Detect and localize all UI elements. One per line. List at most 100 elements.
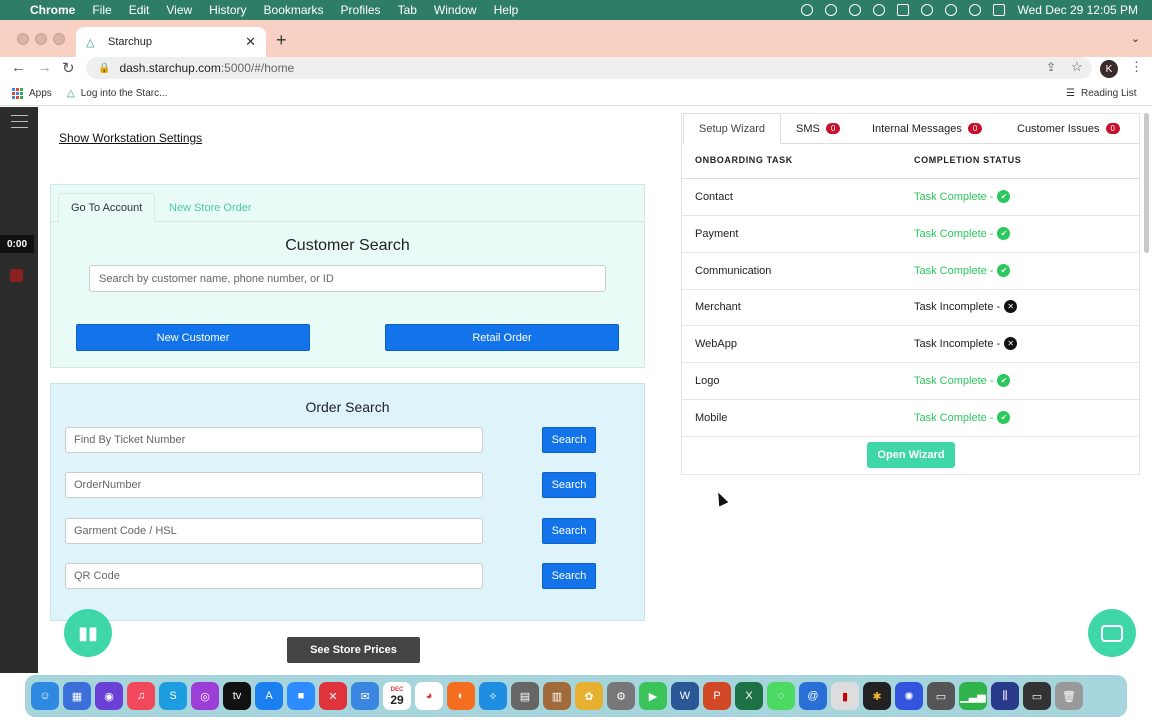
tab-internal-messages[interactable]: Internal Messages 0 [872, 113, 983, 144]
sync-icon[interactable] [825, 4, 838, 16]
calculator-icon[interactable]: ▤ [511, 682, 539, 710]
gear-icon[interactable] [801, 4, 814, 16]
new-tab-icon[interactable]: + [276, 30, 287, 51]
qr-code-input[interactable] [65, 563, 483, 589]
podcasts-icon[interactable]: ◎ [191, 682, 219, 710]
system-preferences-icon[interactable]: ⚙ [607, 682, 635, 710]
menu-file[interactable]: File [92, 3, 111, 17]
notes-app-icon[interactable]: ▥ [543, 682, 571, 710]
search-icon[interactable] [969, 4, 982, 16]
reading-list[interactable]: ☰ Reading List [1066, 88, 1137, 99]
siri-icon[interactable]: ◉ [95, 682, 123, 710]
task-status: Task Incomplete - ✕ [914, 300, 1018, 313]
tab-go-to-account[interactable]: Go To Account [58, 193, 156, 222]
tab-customer-issues[interactable]: Customer Issues 0 [1017, 113, 1120, 144]
trash-icon[interactable]: 🗑 [1055, 682, 1083, 710]
firefox-icon[interactable]: ◐ [447, 682, 475, 710]
numbers-icon[interactable]: ▁▃▅ [959, 682, 987, 710]
ppt-viewer-icon[interactable]: ▮ [831, 682, 859, 710]
window-zoom-icon[interactable] [53, 33, 65, 45]
bluetooth-icon[interactable] [873, 4, 886, 16]
menu-window[interactable]: Window [434, 3, 477, 17]
back-arrow-icon[interactable]: ← [11, 59, 26, 76]
profile-avatar[interactable]: K [1100, 60, 1118, 78]
settings-cog-icon[interactable]: ✺ [895, 682, 923, 710]
excel-icon[interactable]: X [735, 682, 763, 710]
see-store-prices-button[interactable]: See Store Prices [287, 637, 420, 663]
timer-icon[interactable] [849, 4, 862, 16]
monitor-icon[interactable]: ▭ [1023, 682, 1051, 710]
page-scrollbar[interactable] [1142, 113, 1151, 258]
stop-recording-icon[interactable] [10, 269, 23, 282]
tab-setup-wizard[interactable]: Setup Wizard [683, 113, 781, 144]
user-icon[interactable] [945, 4, 958, 16]
menu-edit[interactable]: Edit [129, 3, 150, 17]
ticket-search-button[interactable]: Search [542, 427, 596, 453]
remote-desktop-icon[interactable]: ✕ [319, 682, 347, 710]
screenshot-icon[interactable]: ▭ [927, 682, 955, 710]
ticket-number-input[interactable] [65, 427, 483, 453]
battery-icon[interactable] [897, 4, 910, 16]
customer-search-input[interactable] [89, 265, 606, 292]
menu-profiles[interactable]: Profiles [341, 3, 381, 17]
show-workstation-settings-link[interactable]: Show Workstation Settings [59, 131, 202, 145]
skype-icon[interactable]: S [159, 682, 187, 710]
menu-tab[interactable]: Tab [398, 3, 417, 17]
apple-tv-icon[interactable]: tv [223, 682, 251, 710]
calendar-icon[interactable]: DEC 29 [383, 682, 411, 710]
menubar-datetime[interactable]: Wed Dec 29 12:05 PM [1017, 3, 1138, 17]
zoom-icon[interactable]: ■ [287, 682, 315, 710]
tab-sms[interactable]: SMS 0 [796, 113, 841, 144]
bookmark-star-icon[interactable]: ☆ [1071, 59, 1083, 75]
control-center-icon[interactable] [993, 4, 1006, 16]
facetime-icon[interactable]: ▶ [639, 682, 667, 710]
powerpoint-icon[interactable]: P [703, 682, 731, 710]
address-bar[interactable]: 🔒 dash.starchup.com :5000/#/home [86, 57, 1092, 79]
retail-order-button[interactable]: Retail Order [385, 324, 619, 351]
word-icon[interactable]: W [671, 682, 699, 710]
menu-history[interactable]: History [209, 3, 246, 17]
order-number-input[interactable] [65, 472, 483, 498]
bookmark-login[interactable]: △ Log into the Starc... [67, 88, 167, 99]
messages-icon[interactable]: ◌ [767, 682, 795, 710]
task-status: Task Complete - ✔ [914, 190, 1011, 203]
tab-search-chevron-icon[interactable]: ⌄ [1131, 32, 1140, 45]
hamburger-menu-icon[interactable] [11, 115, 28, 128]
qr-code-search-button[interactable]: Search [542, 563, 596, 589]
share-icon[interactable]: ⇪ [1046, 60, 1056, 74]
chrome-icon[interactable]: ◕ [415, 682, 443, 710]
mail-icon[interactable]: ✉ [351, 682, 379, 710]
task-name: WebApp [695, 338, 737, 350]
menu-bookmarks[interactable]: Bookmarks [264, 3, 324, 17]
more-menu-icon[interactable]: ⋮ [1130, 59, 1143, 75]
garment-code-search-button[interactable]: Search [542, 518, 596, 544]
browser-tab[interactable]: △ Starchup ✕ [76, 27, 266, 57]
menu-help[interactable]: Help [494, 3, 519, 17]
tab-close-icon[interactable]: ✕ [245, 34, 256, 50]
tab-new-store-order[interactable]: New Store Order [157, 193, 264, 222]
order-number-search-button[interactable]: Search [542, 472, 596, 498]
wifi-icon[interactable] [921, 4, 934, 16]
bookmark-apps[interactable]: Apps [12, 88, 52, 99]
menu-view[interactable]: View [166, 3, 192, 17]
photos-icon[interactable]: ✿ [575, 682, 603, 710]
app-store-icon[interactable]: A [255, 682, 283, 710]
reload-icon[interactable]: ↻ [62, 59, 75, 77]
open-wizard-button[interactable]: Open Wizard [867, 442, 955, 468]
launchpad-icon[interactable]: ▦ [63, 682, 91, 710]
new-customer-button[interactable]: New Customer [76, 324, 310, 351]
abacus-icon[interactable]: ⫼ [991, 682, 1019, 710]
window-minimize-icon[interactable] [35, 33, 47, 45]
music-icon[interactable]: ♫ [127, 682, 155, 710]
at-icon[interactable]: @ [799, 682, 827, 710]
menu-app-name[interactable]: Chrome [30, 3, 75, 17]
window-close-icon[interactable] [17, 33, 29, 45]
finder-icon[interactable]: ☺ [31, 682, 59, 710]
keeper-icon[interactable]: ✱ [863, 682, 891, 710]
footsteps-help-button[interactable]: ▮▮ [64, 609, 112, 657]
garment-code-input[interactable] [65, 518, 483, 544]
forward-arrow-icon[interactable]: → [37, 59, 52, 76]
safari-icon[interactable]: ✧ [479, 682, 507, 710]
chat-button[interactable] [1088, 609, 1136, 657]
task-name: Merchant [695, 301, 741, 313]
